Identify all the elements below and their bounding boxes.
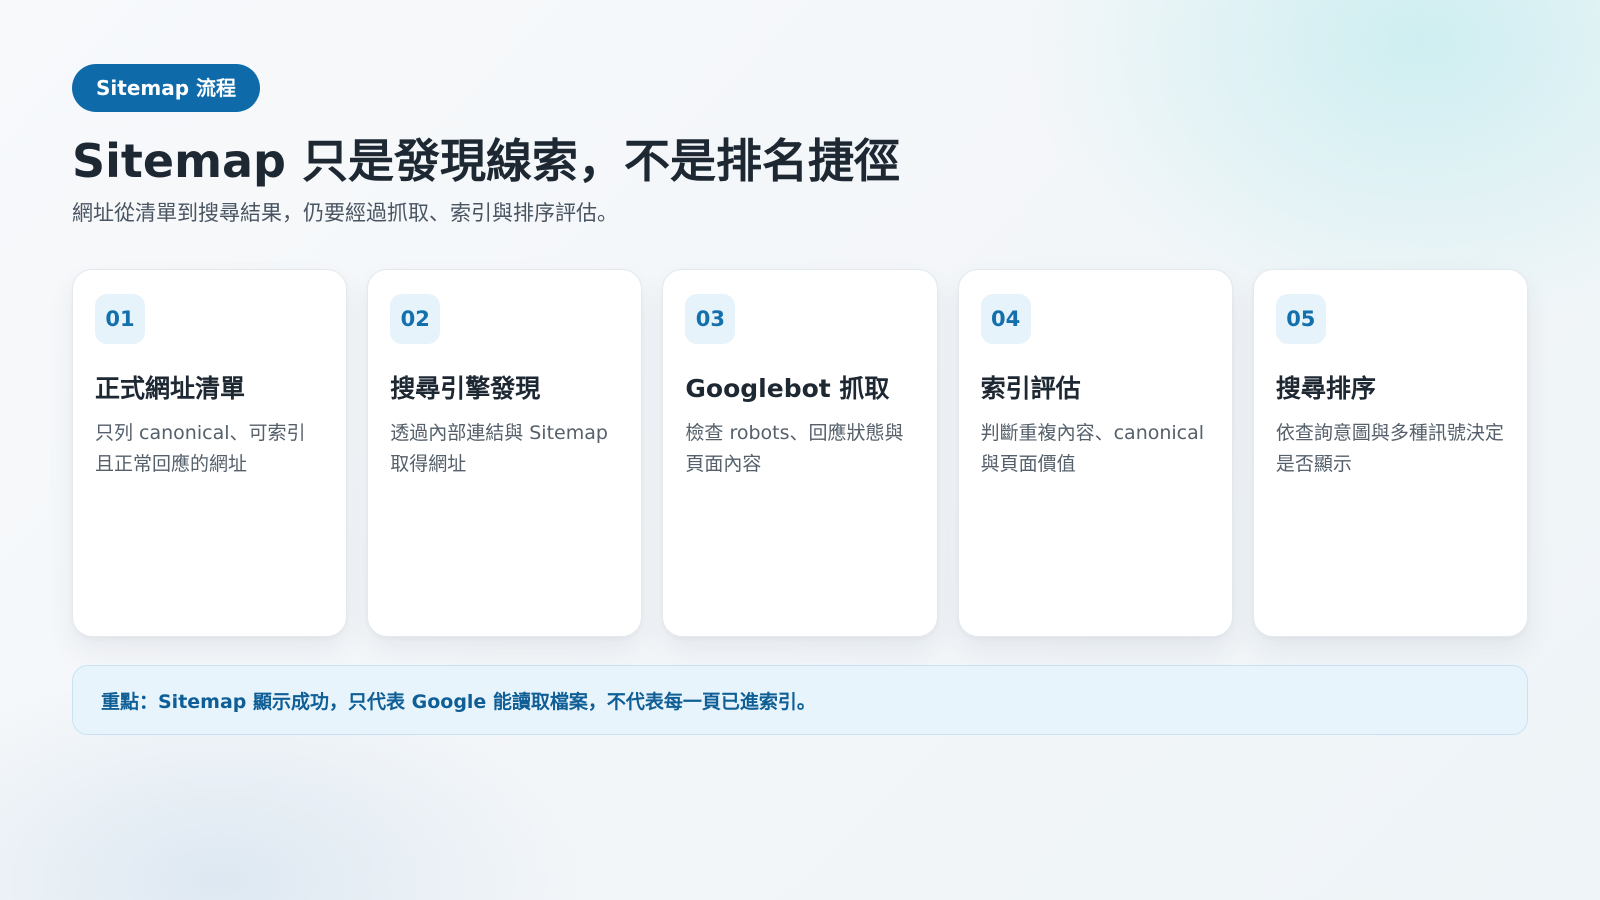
step-title: Googlebot 抓取 [685, 374, 890, 403]
page-subtitle: 網址從清單到搜尋結果，仍要經過抓取、索引與排序評估。 [72, 201, 618, 225]
step-card-2: 02 搜尋引擎發現 透過內部連結與 Sitemap 取得網址 [367, 269, 643, 637]
step-number-badge: 03 [685, 294, 736, 344]
step-cards: 01 正式網址清單 只列 canonical、可索引且正常回應的網址 02 搜尋… [72, 269, 1529, 637]
slide: Sitemap 流程 Sitemap 只是發現線索，不是排名捷徑 網址從清單到搜… [72, 64, 1529, 735]
page-title: Sitemap 只是發現線索，不是排名捷徑 [72, 134, 900, 188]
step-number-badge: 02 [390, 294, 441, 344]
step-number-badge: 05 [1275, 294, 1326, 344]
step-card-4: 04 索引評估 判斷重複內容、canonical 與頁面價值 [957, 269, 1233, 637]
step-number-badge: 01 [95, 294, 145, 344]
step-description: 透過內部連結與 Sitemap 取得網址 [390, 422, 608, 475]
key-point-text: 重點：Sitemap 顯示成功，只代表 Google 能讀取檔案，不代表每一頁已… [101, 690, 816, 713]
key-point-note: 重點：Sitemap 顯示成功，只代表 Google 能讀取檔案，不代表每一頁已… [72, 665, 1528, 735]
step-title: 搜尋引擎發現 [390, 374, 541, 403]
section-badge: Sitemap 流程 [72, 64, 260, 112]
step-title: 搜尋排序 [1275, 374, 1376, 403]
step-description: 檢查 robots、回應狀態與頁面內容 [685, 422, 904, 475]
step-card-3: 03 Googlebot 抓取 檢查 robots、回應狀態與頁面內容 [662, 269, 938, 637]
step-title: 索引評估 [980, 374, 1081, 403]
step-card-5: 05 搜尋排序 依查詢意圖與多種訊號決定是否顯示 [1252, 269, 1529, 637]
step-card-1: 01 正式網址清單 只列 canonical、可索引且正常回應的網址 [72, 269, 348, 637]
step-description: 判斷重複內容、canonical 與頁面價值 [980, 422, 1205, 475]
step-title: 正式網址清單 [95, 374, 246, 403]
step-description: 依查詢意圖與多種訊號決定是否顯示 [1275, 422, 1504, 475]
step-number-badge: 04 [980, 294, 1031, 344]
step-description: 只列 canonical、可索引且正常回應的網址 [95, 422, 306, 475]
